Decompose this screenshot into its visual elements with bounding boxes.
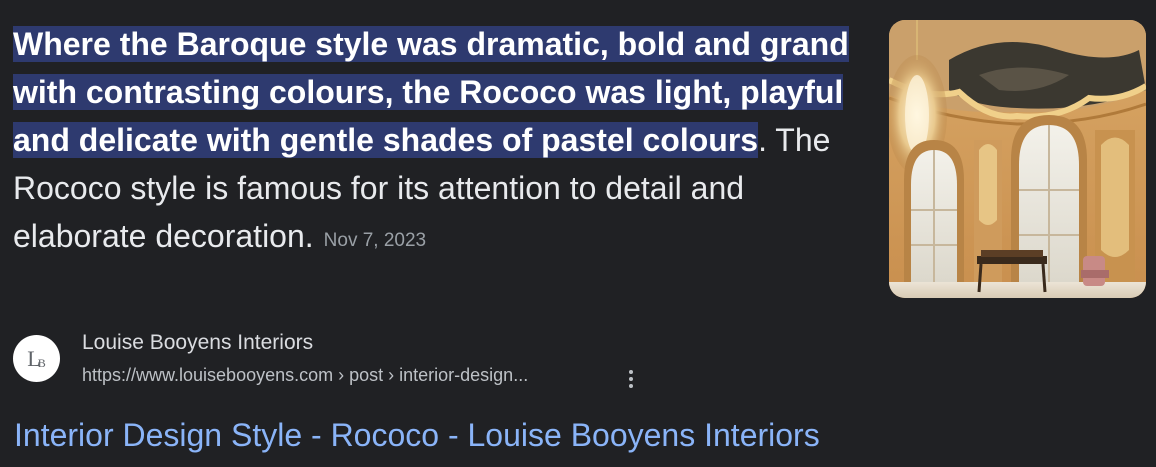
favicon-subletter: B [37, 356, 46, 370]
site-url[interactable]: https://www.louisebooyens.com › post › i… [82, 365, 528, 386]
dot-icon [629, 377, 633, 381]
result-title-link[interactable]: Interior Design Style - Rococo - Louise … [14, 417, 820, 454]
site-favicon[interactable]: LB [13, 335, 60, 382]
rococo-interior-image[interactable] [889, 20, 1146, 298]
snippet-highlight: Where the Baroque style was dramatic, bo… [13, 26, 849, 158]
dot-icon [629, 384, 633, 388]
three-dots-vertical-icon[interactable] [621, 367, 641, 391]
site-name[interactable]: Louise Booyens Interiors [82, 331, 313, 355]
snippet-date: Nov 7, 2023 [323, 230, 427, 251]
search-result-source[interactable]: LB Louise Booyens Interiors https://www.… [13, 331, 713, 393]
dot-icon [629, 370, 633, 374]
featured-snippet-text: Where the Baroque style was dramatic, bo… [13, 20, 853, 265]
